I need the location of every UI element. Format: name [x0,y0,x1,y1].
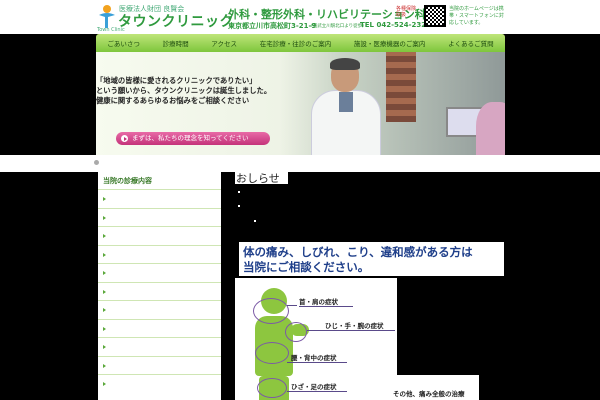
sidebar: 当院の診療内容 [98,172,221,400]
sidebar-item[interactable] [98,226,221,245]
sidebar-item[interactable] [98,318,221,338]
slider-strip [0,155,600,172]
qr-code-icon [424,5,446,27]
neck-ring [253,298,289,324]
news-bullet [238,191,240,193]
nav-facilities[interactable]: 施設・医療機器のご案内 [354,38,426,48]
waist-ring [255,342,289,364]
sidebar-title: 当院の診療内容 [103,177,152,185]
sidebar-item[interactable] [98,207,221,227]
sidebar-item[interactable] [98,355,221,375]
patient-image [476,102,505,155]
site-header: 医療法人財団 良賢会 タウンクリニック Town Clinic 外科・整形外科・… [0,0,600,34]
nav-faq[interactable]: よくあるご質問 [448,38,494,48]
hero-banner: 「地域の皆様に愛されるクリニックでありたい」 という願いから、タウンクリニックは… [96,52,505,155]
other-treatment-label[interactable]: その他、痛み全般の治療 [393,388,465,398]
sidebar-item[interactable] [98,337,221,356]
symptom-elbow-hand-arm[interactable]: ひじ・手・腕の症状 [325,320,384,330]
symptom-knee-foot[interactable]: ひざ・足の症状 [291,381,337,391]
nav-greeting[interactable]: ごあいさつ [107,38,140,48]
header-address: 東京都立川市高松町3-21-9 [228,22,317,30]
bookshelf-image [386,52,416,122]
philosophy-button-label: まずは、私たちの理念を知ってください [132,134,249,142]
sidebar-list [98,189,221,393]
sidebar-item[interactable] [98,244,221,264]
knee-ring [257,378,287,398]
sidebar-item[interactable] [98,189,221,208]
consult-line-1: 体の痛み、しびれ、こり、違和感がある方は [243,245,473,259]
hero-line-1: 「地域の皆様に愛されるクリニックでありたい」 [96,76,257,85]
nav-hours[interactable]: 診療時間 [163,38,189,48]
elbow-ring [285,322,307,342]
doctor-photo [311,58,381,155]
news-bullet [254,220,256,222]
sidebar-item[interactable] [98,263,221,282]
hero-line-3: 健康に関するあらゆるお悩みをご相談ください [96,96,250,105]
news-bullet [238,205,240,207]
sidebar-item[interactable] [98,300,221,319]
nav-home-care[interactable]: 在宅診療・往診のご案内 [260,38,332,48]
nav-access[interactable]: アクセス [211,38,237,48]
symptom-diagram: 首・肩の症状 ひじ・手・腕の症状 腰・背中の症状 ひざ・足の症状 [235,278,397,400]
slide-indicator-dot[interactable] [94,160,99,165]
header-station: (西武立川駅北口より徒歩) [311,24,364,29]
sidebar-item[interactable] [98,374,221,393]
philosophy-button[interactable]: まずは、私たちの理念を知ってください [116,132,270,145]
sidebar-item[interactable] [98,281,221,301]
news-title: おしらせ [236,172,280,185]
symptom-back-waist[interactable]: 腰・背中の症状 [291,352,337,362]
main-nav: ごあいさつ 診療時間 アクセス 在宅診療・往診のご案内 施設・医療機器のご案内 … [96,34,505,52]
hero-message: 「地域の皆様に愛されるクリニックでありたい」 という願いから、タウンクリニックは… [96,76,336,106]
symptom-neck-shoulder[interactable]: 首・肩の症状 [299,296,338,306]
hero-line-2: という願いから、タウンクリニックは誕生しました。 [96,86,272,95]
logo-english: Town Clinic [97,27,125,33]
header-tel[interactable]: TEL 042-524-2321 [360,21,431,29]
consult-line-2: 当院にご相談ください。 [243,260,370,274]
mobile-note: 当院のホームページは携帯・スマートフォンに対応しています。 [449,6,504,26]
logo-text[interactable]: タウンクリニック [118,11,234,31]
arrow-right-icon [121,135,128,142]
insurance-badge: 各種保険取扱 [396,6,417,18]
